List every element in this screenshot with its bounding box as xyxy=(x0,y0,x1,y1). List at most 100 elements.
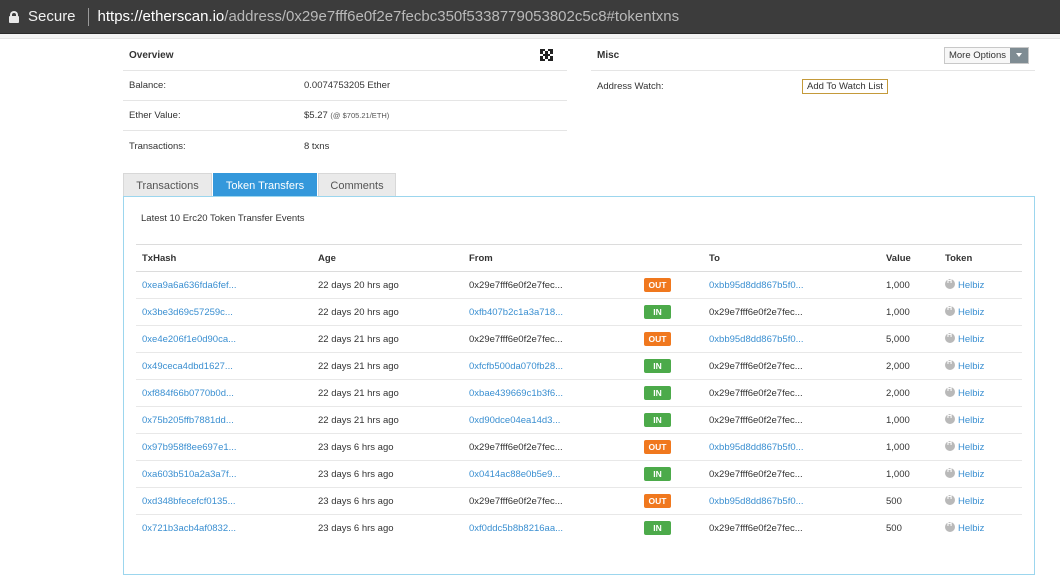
cell-direction: IN xyxy=(638,298,703,326)
lock-icon xyxy=(9,10,19,23)
from-address-link[interactable]: 0x0414ac88e0b5e9... xyxy=(469,469,560,480)
cell-from: 0x0414ac88e0b5e9... xyxy=(463,460,638,488)
age-text: 22 days 21 hrs ago xyxy=(318,360,399,372)
cell-age: 22 days 21 hrs ago xyxy=(312,352,463,380)
from-address-link[interactable]: 0xfb407b2c1a3a718... xyxy=(469,307,563,318)
cell-value: 500 xyxy=(880,487,939,515)
cell-age: 22 days 21 hrs ago xyxy=(312,406,463,434)
txhash-link[interactable]: 0x721b3acb4af0832... xyxy=(142,523,236,534)
column-header-token: Token xyxy=(939,244,1022,272)
cell-to: 0x29e7fff6e0f2e7fec... xyxy=(703,406,880,434)
from-address-link[interactable]: 0xbae439669c1b3f6... xyxy=(469,388,563,399)
cell-value: 1,000 xyxy=(880,298,939,326)
more-options-button[interactable]: More Options xyxy=(943,46,1029,64)
table-row: 0x3be3d69c57259c... 22 days 20 hrs ago 0xf… xyxy=(136,298,1022,326)
overview-panel: Overview Balance: 0.0074753205 Ether Eth… xyxy=(123,40,567,161)
token-link[interactable]: Helbiz xyxy=(958,415,984,426)
age-text: 22 days 21 hrs ago xyxy=(318,387,399,399)
txhash-link[interactable]: 0xe4e206f1e0d90ca... xyxy=(142,334,236,345)
txhash-link[interactable]: 0xf884f66b0770b0d... xyxy=(142,388,234,399)
table-row: 0x75b205ffb7881dd... 22 days 21 hrs ago 0x… xyxy=(136,406,1022,434)
more-options-label: More Options xyxy=(948,49,1006,61)
to-address: 0x29e7fff6e0f2e7fec... xyxy=(709,306,803,318)
token-logo-icon xyxy=(945,278,955,289)
txhash-link[interactable]: 0x49ceca4dbd1627... xyxy=(142,361,233,372)
token-link[interactable]: Helbiz xyxy=(958,496,984,507)
token-link[interactable]: Helbiz xyxy=(958,469,984,480)
cell-direction: IN xyxy=(638,406,703,434)
cell-age: 23 days 6 hrs ago xyxy=(312,515,463,542)
transactions-value: 8 txns xyxy=(304,140,330,152)
cell-age: 22 days 21 hrs ago xyxy=(312,379,463,407)
tab-comments[interactable]: Comments xyxy=(318,173,396,197)
tab-token-transfers[interactable]: Token Transfers xyxy=(213,173,317,197)
txhash-link[interactable]: 0x3be3d69c57259c... xyxy=(142,307,233,318)
txhash-link[interactable]: 0xea9a6a636fda6fef... xyxy=(142,280,237,291)
direction-badge: OUT xyxy=(644,278,671,292)
cell-value: 1,000 xyxy=(880,406,939,434)
to-address-link[interactable]: 0xbb95d8dd867b5f0... xyxy=(709,334,804,345)
cell-token: Helbiz xyxy=(939,460,1022,488)
token-link[interactable]: Helbiz xyxy=(958,307,984,318)
browser-address-bar[interactable]: Secure https://etherscan.io/address/0x29… xyxy=(0,0,1060,34)
url-host: https://etherscan.io xyxy=(97,8,225,25)
qr-code-icon[interactable] xyxy=(540,48,553,62)
url-path: /address/0x29e7fff6e0f2e7fecbc350f533877… xyxy=(224,8,680,25)
token-logo-icon xyxy=(945,467,955,478)
token-link[interactable]: Helbiz xyxy=(958,523,984,534)
cell-txhash: 0x49ceca4dbd1627... xyxy=(136,352,312,380)
from-address-link[interactable]: 0xfcfb500da070fb28... xyxy=(469,361,563,372)
token-link[interactable]: Helbiz xyxy=(958,361,984,372)
to-address: 0x29e7fff6e0f2e7fec... xyxy=(709,522,803,534)
overview-title: Overview xyxy=(129,49,174,61)
cell-to: 0xbb95d8dd867b5f0... xyxy=(703,325,880,353)
age-text: 23 days 6 hrs ago xyxy=(318,522,394,534)
overview-row-ether-value: Ether Value: $5.27 (@ $705.21/ETH) xyxy=(123,101,567,131)
token-link[interactable]: Helbiz xyxy=(958,388,984,399)
add-to-watch-list-button[interactable]: Add To Watch List xyxy=(802,78,889,94)
age-text: 22 days 21 hrs ago xyxy=(318,333,399,345)
from-address: 0x29e7fff6e0f2e7fec... xyxy=(469,333,563,345)
balance-label: Balance: xyxy=(129,80,166,91)
cell-token: Helbiz xyxy=(939,325,1022,353)
tab-transactions[interactable]: Transactions xyxy=(123,173,212,197)
cell-direction: IN xyxy=(638,460,703,488)
txhash-link[interactable]: 0x97b958f8ee697e1... xyxy=(142,442,237,453)
txhash-link[interactable]: 0xd348bfecefcf0135... xyxy=(142,496,236,507)
cell-txhash: 0x97b958f8ee697e1... xyxy=(136,433,312,461)
cell-txhash: 0x3be3d69c57259c... xyxy=(136,298,312,326)
misc-title: Misc xyxy=(597,49,620,61)
token-logo-icon xyxy=(945,440,955,451)
token-transfers-panel: Latest 10 Erc20 Token Transfer Events Tx… xyxy=(123,196,1035,575)
token-logo-icon xyxy=(945,386,955,397)
token-link[interactable]: Helbiz xyxy=(958,442,984,453)
cell-token: Helbiz xyxy=(939,352,1022,380)
direction-badge: OUT xyxy=(644,332,671,346)
misc-panel: Misc More Options Address Watch: Add To … xyxy=(591,40,1035,101)
token-link[interactable]: Helbiz xyxy=(958,334,984,345)
to-address: 0x29e7fff6e0f2e7fec... xyxy=(709,360,803,372)
table-row: 0x49ceca4dbd1627... 22 days 21 hrs ago 0xf… xyxy=(136,352,1022,380)
from-address: 0x29e7fff6e0f2e7fec... xyxy=(469,495,563,507)
txhash-link[interactable]: 0xa603b510a2a3a7f... xyxy=(142,469,237,480)
token-transfers-title: Latest 10 Erc20 Token Transfer Events xyxy=(141,213,305,224)
overview-row-balance: Balance: 0.0074753205 Ether xyxy=(123,71,567,101)
to-address-link[interactable]: 0xbb95d8dd867b5f0... xyxy=(709,496,804,507)
to-address-link[interactable]: 0xbb95d8dd867b5f0... xyxy=(709,442,804,453)
direction-badge: IN xyxy=(644,467,671,481)
cell-from: 0xd90dce04ea14d3... xyxy=(463,406,638,434)
cell-from: 0xf0ddc5b8b8216aa... xyxy=(463,515,638,542)
token-link[interactable]: Helbiz xyxy=(958,280,984,291)
address-watch-label: Address Watch: xyxy=(597,80,664,92)
url-text[interactable]: https://etherscan.io/address/0x29e7fff6e… xyxy=(98,8,680,25)
table-row: 0xf884f66b0770b0d... 22 days 21 hrs ago 0x… xyxy=(136,379,1022,407)
value-text: 1,000 xyxy=(886,279,910,291)
from-address-link[interactable]: 0xd90dce04ea14d3... xyxy=(469,415,560,426)
column-header-value: Value xyxy=(880,244,939,272)
to-address-link[interactable]: 0xbb95d8dd867b5f0... xyxy=(709,280,804,291)
token-transfers-table: TxHash Age From To Value Token 0xea9a6a6… xyxy=(136,244,1022,542)
txhash-link[interactable]: 0x75b205ffb7881dd... xyxy=(142,415,234,426)
from-address-link[interactable]: 0xf0ddc5b8b8216aa... xyxy=(469,523,563,534)
cell-from: 0xfb407b2c1a3a718... xyxy=(463,298,638,326)
cell-direction: OUT xyxy=(638,487,703,515)
